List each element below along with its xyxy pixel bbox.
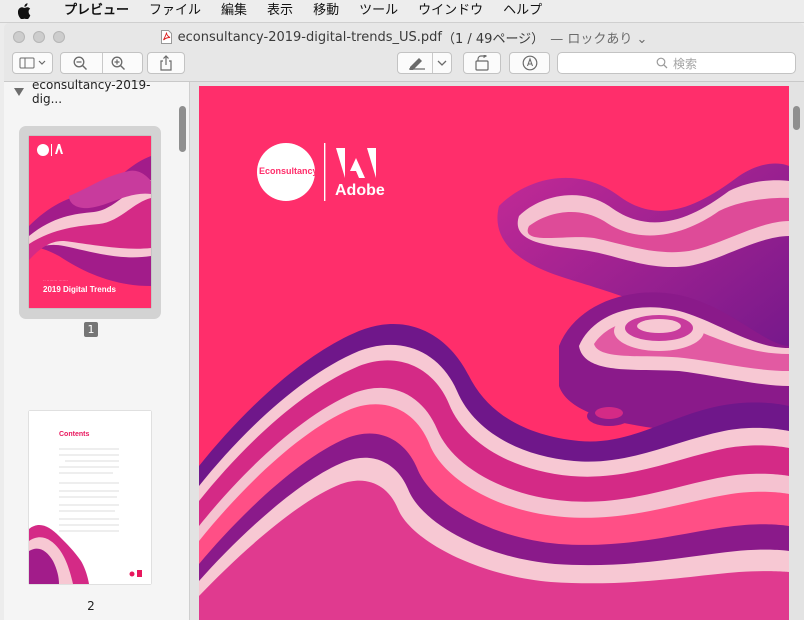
sidebar-document-title: econsultancy-2019-dig... bbox=[32, 78, 151, 106]
document-view[interactable]: Econsultancy Adobe bbox=[190, 82, 804, 620]
menu-help[interactable]: ヘルプ bbox=[493, 0, 552, 22]
rotate-icon bbox=[475, 55, 489, 71]
sidebar-scrollbar[interactable] bbox=[179, 106, 186, 152]
markup-icon bbox=[522, 55, 537, 71]
window-title: econsultancy-2019-digital-trends_US.pdf … bbox=[4, 23, 804, 51]
page-thumbnail-1[interactable]: ·· ········ ······· 2019 Digital Trends bbox=[29, 136, 151, 308]
lock-state-menu[interactable]: — ロックあり ⌄ bbox=[550, 28, 647, 47]
sidebar-view-button[interactable] bbox=[12, 52, 53, 74]
search-icon bbox=[656, 57, 668, 69]
pdf-file-icon bbox=[160, 30, 172, 44]
adobe-wordmark: Adobe bbox=[335, 182, 385, 199]
chevron-down-icon[interactable] bbox=[436, 58, 448, 68]
sidebar-icon bbox=[19, 57, 45, 69]
search-placeholder: 検索 bbox=[672, 56, 697, 71]
share-button[interactable] bbox=[147, 52, 185, 74]
page-thumbnail-2[interactable]: Contents bbox=[29, 411, 151, 584]
thumb-cover-subtitle: ·· ········ ······· bbox=[43, 278, 68, 283]
econsultancy-logo: Econsultancy bbox=[259, 166, 318, 176]
apple-menu-icon[interactable] bbox=[18, 3, 32, 19]
menu-preview[interactable]: プレビュー bbox=[54, 0, 139, 22]
menu-go[interactable]: 移動 bbox=[303, 0, 349, 22]
menu-view[interactable]: 表示 bbox=[257, 0, 303, 22]
highlight-control bbox=[397, 52, 452, 74]
zoom-control bbox=[60, 52, 143, 74]
contents-page-thumbnail-art bbox=[29, 448, 142, 584]
page-number-badge-1: 1 bbox=[84, 322, 98, 337]
sidebar-document-header[interactable]: econsultancy-2019-dig... bbox=[4, 78, 178, 106]
thumbnail-sidebar: econsultancy-2019-dig... ·· ········ ···… bbox=[4, 78, 190, 620]
title-bar: econsultancy-2019-digital-trends_US.pdf … bbox=[4, 23, 804, 51]
zoom-in-icon[interactable] bbox=[111, 56, 126, 71]
menu-tools[interactable]: ツール bbox=[349, 0, 408, 22]
document-scrollbar[interactable] bbox=[793, 106, 800, 130]
window-title-filename: econsultancy-2019-digital-trends_US.pdf bbox=[177, 29, 442, 45]
menu-window[interactable]: ウインドウ bbox=[408, 0, 493, 22]
zoom-out-icon[interactable] bbox=[73, 56, 88, 71]
menu-bar: プレビュー ファイル 編集 表示 移動 ツール ウインドウ ヘルプ bbox=[0, 0, 804, 23]
preview-window: econsultancy-2019-digital-trends_US.pdf … bbox=[4, 23, 804, 620]
thumb-contents-title: Contents bbox=[59, 431, 90, 438]
page-number-label-2: 2 bbox=[87, 599, 95, 613]
pdf-page-1: Econsultancy Adobe bbox=[199, 86, 789, 620]
search-field[interactable]: 検索 bbox=[557, 52, 796, 74]
disclosure-triangle-icon[interactable] bbox=[14, 88, 24, 96]
markup-button[interactable] bbox=[509, 52, 550, 74]
rotate-button[interactable] bbox=[463, 52, 501, 74]
thumb-cover-title: 2019 Digital Trends bbox=[43, 285, 116, 294]
window-title-page-info: （1 / 49ページ） bbox=[441, 31, 545, 47]
share-icon bbox=[160, 55, 172, 71]
menu-edit[interactable]: 編集 bbox=[211, 0, 257, 22]
menu-file[interactable]: ファイル bbox=[139, 0, 211, 22]
highlighter-icon[interactable] bbox=[407, 56, 427, 70]
